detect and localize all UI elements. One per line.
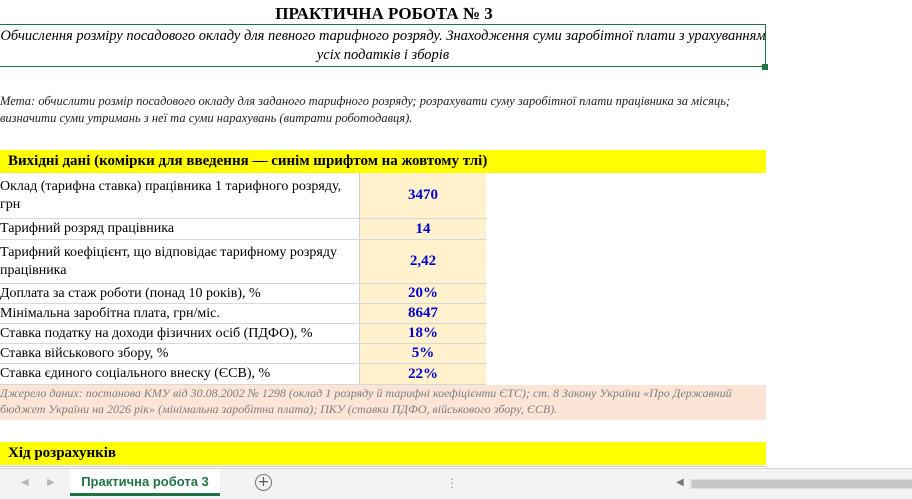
goal-text[interactable]: Мета: обчислити розмір посадового окладу… xyxy=(0,93,770,127)
row-label[interactable]: Тарифний коефіцієнт, що відповідає тариф… xyxy=(0,240,360,283)
row-label[interactable]: Ставка військового збору, % xyxy=(0,344,360,363)
table-row: Тарифний коефіцієнт, що відповідає тариф… xyxy=(0,240,486,284)
input-cell[interactable]: 5% xyxy=(360,344,486,363)
sheet-tab-active[interactable]: Практична робота 3 xyxy=(70,469,220,496)
input-cell[interactable]: 22% xyxy=(360,364,486,384)
row-label[interactable]: Ставка єдиного соціального внеску (ЄСВ),… xyxy=(0,364,360,384)
row-label[interactable]: Мінімальна заробітна плата, грн/міс. xyxy=(0,304,360,323)
chevron-left-icon[interactable]: ◀ xyxy=(20,478,30,488)
more-options-icon[interactable]: ⋮ xyxy=(446,476,466,490)
inputs-header[interactable]: Вихідні дані (комірки для введення — син… xyxy=(0,150,766,173)
subtitle-cell[interactable]: Обчислення розміру посадового окладу для… xyxy=(0,27,766,65)
row-label[interactable]: Доплата за стаж роботи (понад 10 років),… xyxy=(0,284,360,303)
table-row: Доплата за стаж роботи (понад 10 років),… xyxy=(0,284,486,304)
input-cell[interactable]: 2,42 xyxy=(360,240,486,283)
table-row: Тарифний розряд працівника 14 xyxy=(0,219,486,240)
table-row: Оклад (тарифна ставка) працівника 1 тари… xyxy=(0,173,486,219)
scroll-left-icon[interactable]: ◀ xyxy=(676,477,684,488)
plus-circle-icon[interactable]: + xyxy=(255,474,272,491)
table-row: Мінімальна заробітна плата, грн/міс. 864… xyxy=(0,304,486,324)
source-note[interactable]: Джерело даних: постанова КМУ від 30.08.2… xyxy=(0,385,766,420)
table-row: Ставка податку на доходи фізичних осіб (… xyxy=(0,324,486,344)
input-cell[interactable]: 20% xyxy=(360,284,486,303)
table-row: Ставка військового збору, % 5% xyxy=(0,344,486,364)
row-label[interactable]: Ставка податку на доходи фізичних осіб (… xyxy=(0,324,360,343)
page-title: ПРАКТИЧНА РОБОТА № 3 xyxy=(275,4,493,23)
input-cell[interactable]: 8647 xyxy=(360,304,486,323)
scrollbar-thumb[interactable] xyxy=(692,480,912,488)
row-label[interactable]: Оклад (тарифна ставка) працівника 1 тари… xyxy=(0,173,360,218)
input-cell[interactable]: 14 xyxy=(360,219,486,239)
grid-line xyxy=(0,466,766,467)
chevron-right-icon[interactable]: ▶ xyxy=(46,478,56,488)
row-label[interactable]: Тарифний розряд працівника xyxy=(0,219,360,239)
table-row: Ставка єдиного соціального внеску (ЄСВ),… xyxy=(0,364,486,385)
input-cell[interactable]: 3470 xyxy=(360,173,486,218)
calc-header[interactable]: Хід розрахунків xyxy=(0,442,766,465)
fill-handle[interactable] xyxy=(762,64,768,70)
input-cell[interactable]: 18% xyxy=(360,324,486,343)
